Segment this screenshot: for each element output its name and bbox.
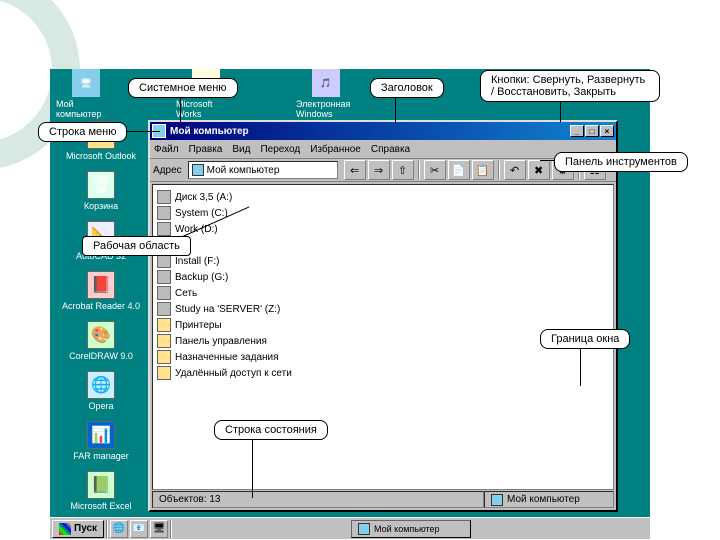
list-item[interactable]: Backup (G:) (157, 269, 609, 285)
annot-workarea: Рабочая область (82, 236, 191, 256)
menu-go[interactable]: Переход (260, 144, 300, 155)
list-item[interactable]: Удалённый доступ к сети (157, 365, 609, 381)
icon-label: Microsoft Outlook (66, 151, 136, 161)
annot-winbuttons: Кнопки: Свернуть, Развернуть / Восстанов… (480, 70, 660, 102)
paste-button[interactable]: 📋 (472, 160, 494, 180)
desktop-icon[interactable]: 🖥Мой компьютер (56, 69, 116, 129)
computer-icon (358, 523, 370, 535)
minimize-button[interactable]: _ (570, 125, 584, 137)
desktop-icon[interactable]: 📗 Microsoft Excel (56, 471, 146, 511)
cut-button[interactable]: ✂ (424, 160, 446, 180)
menu-view[interactable]: Вид (232, 144, 250, 155)
network-icon (157, 286, 171, 300)
icon-label: Корзина (84, 201, 118, 211)
desktop-icon[interactable]: 🎨 CorelDRAW 9.0 (56, 321, 146, 361)
taskbar-app-button[interactable]: Мой компьютер (351, 520, 471, 538)
quicklaunch-icon[interactable]: 🌐 (110, 520, 128, 538)
annot-sysmenu: Системное меню (128, 78, 238, 98)
computer-icon: 🖥 (72, 69, 100, 97)
icon-label: Microsoft Excel (70, 501, 131, 511)
drive-icon (157, 206, 171, 220)
list-item[interactable]: Install (F:) (157, 253, 609, 269)
corel-icon: 🎨 (87, 321, 115, 349)
menu-help[interactable]: Справка (371, 144, 410, 155)
up-button[interactable]: ⇧ (392, 160, 414, 180)
explorer-window: Мой компьютер _ □ × Файл Правка Вид Пере… (148, 120, 618, 512)
icon-label: Acrobat Reader 4.0 (62, 301, 140, 311)
undo-button[interactable]: ↶ (504, 160, 526, 180)
opera-icon: 🌐 (87, 371, 115, 399)
menu-favorites[interactable]: Избранное (310, 144, 361, 155)
list-item[interactable]: Сеть (157, 285, 609, 301)
menu-edit[interactable]: Правка (189, 144, 223, 155)
menu-file[interactable]: Файл (154, 144, 179, 155)
titlebar[interactable]: Мой компьютер _ □ × (150, 122, 616, 140)
annot-title: Заголовок (370, 78, 444, 98)
back-button[interactable]: ⇐ (344, 160, 366, 180)
copy-button[interactable]: 📄 (448, 160, 470, 180)
close-button[interactable]: × (600, 125, 614, 137)
icon-label: Opera (88, 401, 113, 411)
delete-button[interactable]: ✖ (528, 160, 550, 180)
desktop-icon-column: 📧Microsoft Outlook 🗑Корзина 📐AutoCAD 32 … (56, 121, 146, 521)
address-box[interactable]: Мой компьютер (188, 161, 338, 179)
status-right: Мой компьютер (484, 491, 614, 508)
computer-icon (192, 164, 204, 176)
desktop-icon[interactable]: 🗑 Корзина (56, 171, 146, 211)
icon-label: CorelDRAW 9.0 (69, 351, 133, 361)
list-item[interactable]: Work (D:) (157, 221, 609, 237)
windows-logo-icon (59, 523, 71, 535)
folder-icon (157, 350, 171, 364)
annot-toolbar: Панель инструментов (554, 152, 688, 172)
statusbar: Объектов: 13 Мой компьютер (152, 491, 614, 508)
far-icon: 📊 (87, 421, 115, 449)
printer-icon (157, 318, 171, 332)
list-item[interactable]: Диск 3,5 (A:) (157, 189, 609, 205)
acrobat-icon: 📕 (87, 271, 115, 299)
drive-icon (157, 222, 171, 236)
list-item[interactable]: Назначенные задания (157, 349, 609, 365)
annot-menubar: Строка меню (38, 122, 127, 142)
excel-icon: 📗 (87, 471, 115, 499)
annot-statusbar: Строка состояния (214, 420, 328, 440)
quicklaunch-icon[interactable]: 🖥 (150, 520, 168, 538)
desktop-icon[interactable]: 🌐 Opera (56, 371, 146, 411)
recycle-icon: 🗑 (87, 171, 115, 199)
toolbar: Адрес Мой компьютер ⇐ ⇒ ⇧ ✂ 📄 📋 ↶ ✖ ⚙ ☷ (150, 158, 616, 182)
start-button[interactable]: Пуск (52, 520, 104, 538)
list-item[interactable]: (E:) (157, 237, 609, 253)
status-left: Объектов: 13 (152, 491, 484, 508)
desktop-icon[interactable]: 📕 Acrobat Reader 4.0 (56, 271, 146, 311)
drive-icon (157, 270, 171, 284)
annot-border: Граница окна (540, 329, 630, 349)
quicklaunch-icon[interactable]: 📧 (130, 520, 148, 538)
folder-icon (157, 334, 171, 348)
floppy-icon (157, 190, 171, 204)
media-icon: 🎵 (312, 69, 340, 97)
forward-button[interactable]: ⇒ (368, 160, 390, 180)
menubar: Файл Правка Вид Переход Избранное Справк… (150, 140, 616, 158)
computer-icon (491, 494, 503, 506)
window-title: Мой компьютер (170, 126, 569, 137)
list-item[interactable]: System (C:) (157, 205, 609, 221)
desktop: 🖥Мой компьютер 📄Microsoft Works 🎵Электро… (50, 69, 650, 539)
list-item[interactable]: Study на 'SERVER' (Z:) (157, 301, 609, 317)
netdrive-icon (157, 302, 171, 316)
folder-icon (157, 366, 171, 380)
address-label: Адрес (153, 165, 182, 176)
maximize-button[interactable]: □ (585, 125, 599, 137)
icon-label: FAR manager (73, 451, 129, 461)
desktop-icon[interactable]: 📊 FAR manager (56, 421, 146, 461)
drive-icon (157, 254, 171, 268)
taskbar: Пуск 🌐 📧 🖥 Мой компьютер (50, 517, 650, 539)
